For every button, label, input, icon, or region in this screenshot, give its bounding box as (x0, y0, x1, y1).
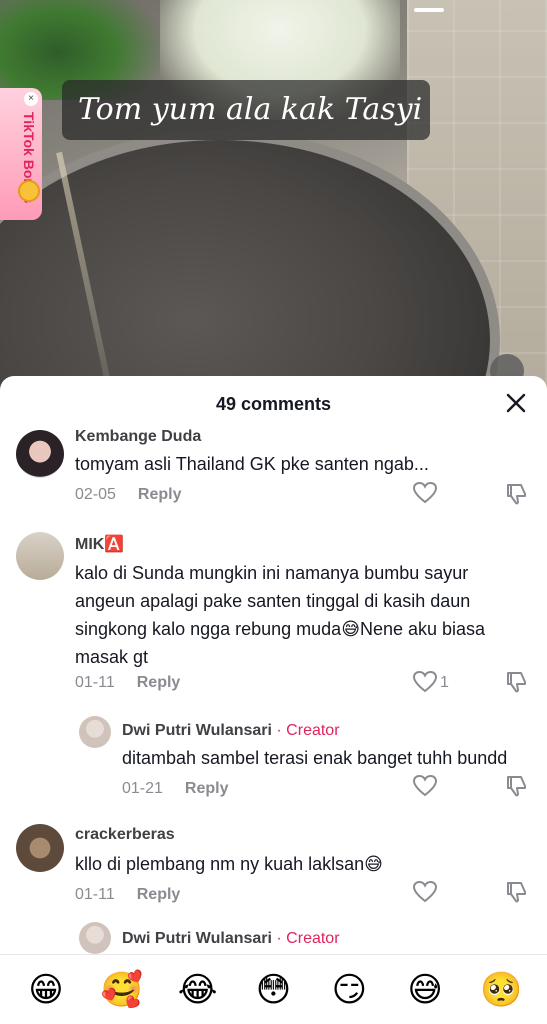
reply-button[interactable]: Reply (138, 486, 182, 503)
creator-badge: · Creator (276, 722, 340, 739)
reply-button[interactable]: Reply (185, 780, 229, 797)
reply-button[interactable]: Reply (137, 886, 181, 903)
reply-button[interactable]: Reply (137, 674, 181, 691)
bonus-close-icon[interactable]: × (24, 92, 38, 106)
dislike-icon[interactable] (504, 880, 528, 904)
comments-sheet: 49 comments Kembange Duda tomyam asli Th… (0, 376, 547, 1024)
comment-meta: 01-11 Reply (75, 886, 180, 904)
comment-meta: 01-11 Reply (75, 674, 180, 692)
comment-item: crackerberas kllo di plembang nm ny kuah… (0, 822, 547, 912)
avatar[interactable] (16, 532, 64, 580)
comment-username[interactable]: crackerberas (75, 826, 175, 844)
avatar[interactable] (79, 716, 111, 748)
like-count: 1 (440, 674, 449, 691)
comment-text: kalo di Sunda mungkin ini namanya bumbu … (75, 563, 486, 667)
reply-meta: 01-21 Reply (122, 780, 229, 798)
heart-icon[interactable] (412, 880, 438, 904)
comment-username[interactable]: Kembange Duda (75, 428, 201, 446)
top-indicator (414, 8, 444, 12)
emoji-flushed[interactable]: 😳 (252, 970, 294, 1010)
comments-count-title: 49 comments (215, 394, 332, 414)
comment-text: kllo di plembang nm ny kuah laklsan😅 (75, 854, 383, 874)
emoji-tears-of-joy[interactable]: 😂 (177, 970, 219, 1010)
close-icon[interactable] (503, 390, 529, 416)
avatar[interactable] (16, 824, 64, 872)
reply-username[interactable]: Dwi Putri Wulansari · Creator (122, 930, 340, 948)
reply-text: ditambah sambel terasi enak banget tuhh … (122, 748, 508, 768)
reply-username[interactable]: Dwi Putri Wulansari · Creator (122, 722, 340, 740)
emoji-sweat-smile[interactable]: 😅 (404, 970, 446, 1010)
avatar[interactable] (16, 430, 64, 478)
dislike-icon[interactable] (504, 670, 528, 694)
avatar[interactable] (79, 922, 111, 954)
heart-icon[interactable] (412, 481, 438, 505)
dislike-icon[interactable] (504, 774, 528, 798)
comment-item: Kembange Duda tomyam asli Thailand GK pk… (0, 426, 547, 516)
video-caption: Tom yum ala kak Tasyi (62, 80, 430, 140)
comment-item: MIK🅰️ kalo di Sunda mungkin ini namanya … (0, 532, 547, 712)
comment-date: 01-11 (75, 674, 115, 691)
comment-meta: 02-05 Reply (75, 486, 182, 504)
heart-icon[interactable] (412, 774, 438, 798)
reply-date: 01-21 (122, 780, 163, 797)
video-player[interactable]: Tom yum ala kak Tasyi × TikTok Bonus (0, 0, 547, 400)
quick-emoji-bar: 😁 🥰 😂 😳 😏 😅 🥺 (0, 954, 547, 1024)
comment-date: 02-05 (75, 486, 116, 503)
creator-badge: · Creator (276, 930, 340, 947)
comments-header: 49 comments (0, 376, 547, 432)
coin-icon (18, 180, 40, 202)
emoji-smiling-hearts[interactable]: 🥰 (101, 970, 143, 1010)
comment-date: 01-11 (75, 886, 115, 903)
dislike-icon[interactable] (504, 482, 528, 506)
emoji-grin[interactable]: 😁 (25, 970, 67, 1010)
comment-username[interactable]: MIK🅰️ (75, 534, 124, 554)
emoji-smirk[interactable]: 😏 (328, 970, 370, 1010)
comment-text: tomyam asli Thailand GK pke santen ngab.… (75, 454, 429, 474)
heart-icon[interactable] (412, 670, 438, 694)
reply-item: Dwi Putri Wulansari · Creator ditambah s… (0, 714, 547, 804)
emoji-pleading[interactable]: 🥺 (480, 970, 522, 1010)
